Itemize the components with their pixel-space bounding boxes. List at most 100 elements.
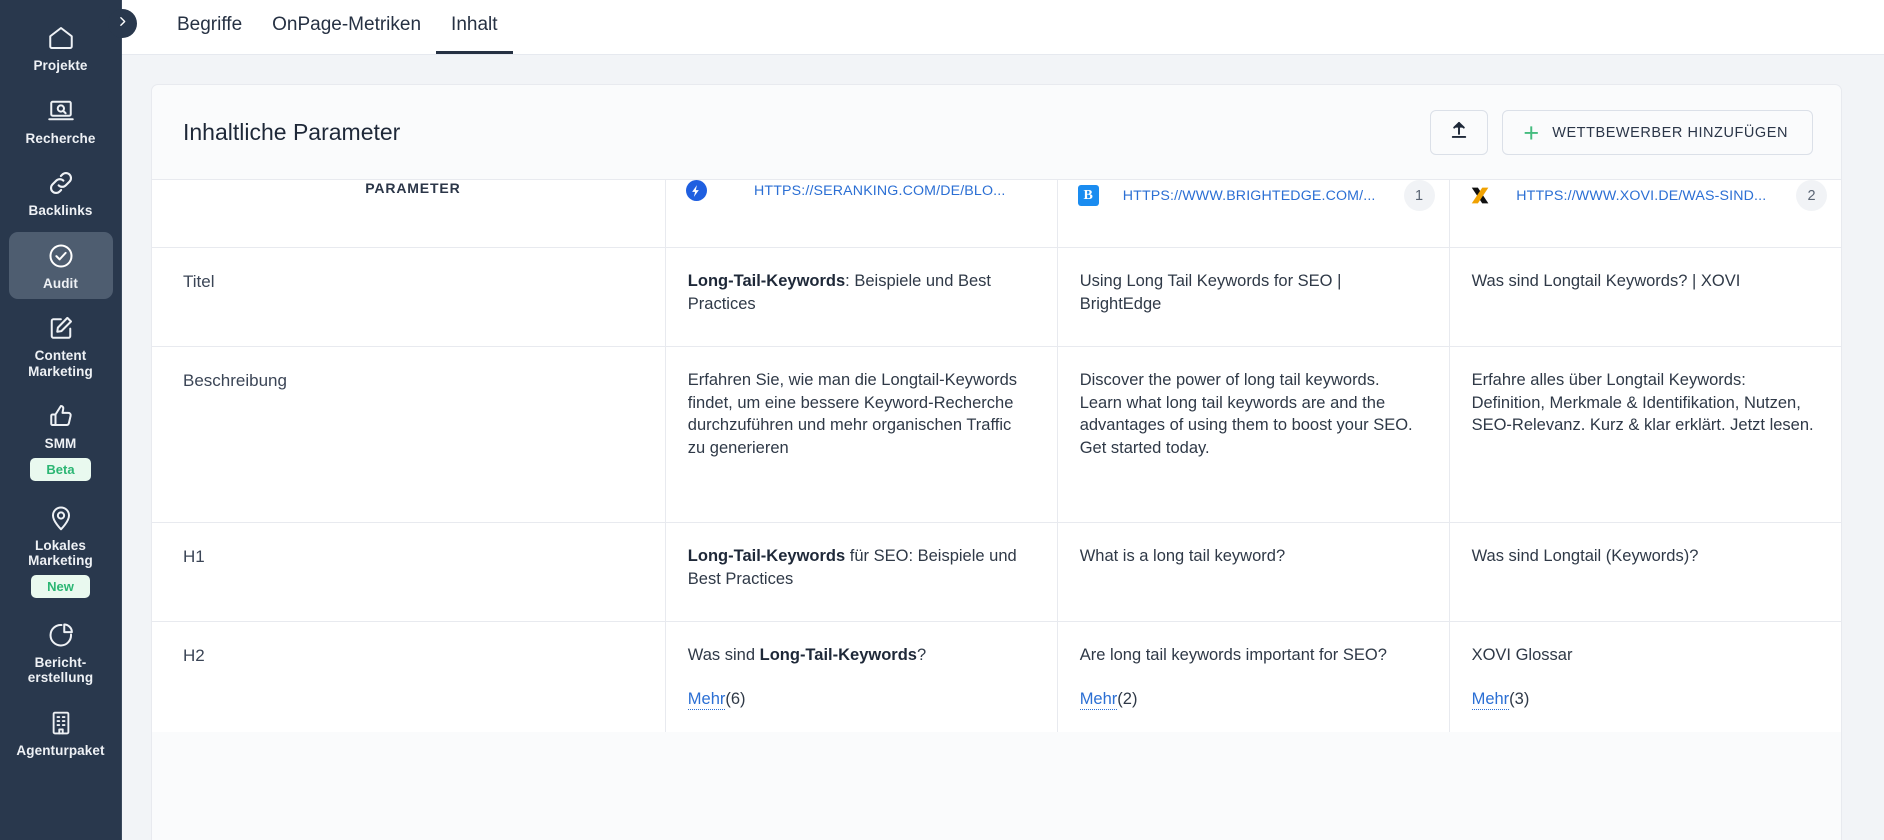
cell-content: Long-Tail-Keywords für SEO: Beispiele un… (688, 545, 1033, 590)
column-header-site-3[interactable]: HTTPS://WWW.XOVI.DE/WAS-SIND... 2 (1448, 179, 1841, 248)
site-url-link[interactable]: HTTPS://WWW.XOVI.DE/WAS-SIND... (1501, 188, 1782, 204)
tab-onpage-metriken[interactable]: OnPage-Metriken (257, 0, 436, 54)
seranking-favicon (685, 180, 707, 201)
sidebar-item-projekte[interactable]: Projekte (9, 14, 113, 82)
sidebar-item-label: Content Marketing (28, 348, 93, 379)
table-row: H2 Was sind Long-Tail-Keywords? Mehr(6) … (152, 621, 1841, 732)
pencil-square-icon (46, 313, 76, 343)
sidebar-item-label: Recherche (25, 130, 96, 146)
main-content: Begriffe OnPage-Metriken Inhalt Inhaltli… (122, 0, 1884, 840)
table-header-row: PARAMETER HTTPS://SERANKING.COM/DE/BLO..… (152, 179, 1841, 248)
content-parameters-card: Inhaltliche Parameter + WETTBEWERBER HIN… (151, 84, 1842, 840)
column-header-site-2[interactable]: B HTTPS://WWW.BRIGHTEDGE.COM/... 1 (1056, 179, 1450, 248)
table-row: H1 Long-Tail-Keywords für SEO: Beispiele… (152, 522, 1841, 622)
rank-badge: 2 (1796, 180, 1827, 211)
brightedge-favicon: B (1077, 185, 1099, 206)
add-competitor-label: WETTBEWERBER HINZUFÜGEN (1552, 124, 1788, 141)
cell-site-1: Long-Tail-Keywords für SEO: Beispiele un… (664, 522, 1058, 622)
add-competitor-button[interactable]: + WETTBEWERBER HINZUFÜGEN (1502, 110, 1813, 155)
sidebar-item-lokales-marketing[interactable]: Lokales Marketing New (9, 494, 113, 606)
more-count: (2) (1117, 689, 1138, 708)
cell-bold: Long-Tail-Keywords (687, 272, 846, 290)
tab-inhalt[interactable]: Inhalt (436, 0, 513, 54)
page-title: Inhaltliche Parameter (183, 119, 401, 145)
comparison-table: PARAMETER HTTPS://SERANKING.COM/DE/BLO..… (152, 179, 1841, 732)
laptop-search-icon (46, 96, 76, 126)
cell-bold: Long-Tail-Keywords (687, 547, 846, 565)
cell-site-2: Using Long Tail Keywords for SEO | Brigh… (1056, 247, 1450, 347)
cell-site-2: Are long tail keywords important for SEO… (1056, 621, 1450, 732)
sidebar-item-content-marketing[interactable]: Content Marketing (9, 304, 113, 387)
app-root: Projekte Recherche Backlinks Audit Conte… (0, 0, 1884, 840)
card-header: Inhaltliche Parameter + WETTBEWERBER HIN… (152, 85, 1841, 179)
parameter-name: H1 (152, 522, 666, 622)
table-row: Beschreibung Erfahren Sie, wie man die L… (152, 346, 1841, 523)
cell-content: Discover the power of long tail keywords… (1079, 371, 1413, 457)
sidebar-item-agenturpaket[interactable]: Agenturpaket (9, 699, 113, 767)
card-actions: + WETTBEWERBER HINZUFÜGEN (1430, 110, 1813, 155)
cell-bold: Long-Tail-Keywords (759, 646, 917, 664)
parameter-name: Beschreibung (152, 346, 666, 523)
parameter-name: H2 (152, 621, 666, 732)
thumbs-up-icon (46, 401, 76, 431)
cell-site-1: Erfahren Sie, wie man die Longtail-Keywo… (664, 346, 1058, 523)
check-circle-icon (46, 241, 76, 271)
link-icon (46, 168, 76, 198)
plus-icon: + (1523, 117, 1540, 148)
more-link[interactable]: Mehr (687, 690, 726, 710)
column-header-site-1[interactable]: HTTPS://SERANKING.COM/DE/BLO... (664, 179, 1058, 248)
cell-content: Was sind Longtail Keywords? | XOVI (1471, 272, 1741, 290)
cell-site-2: Discover the power of long tail keywords… (1056, 346, 1450, 523)
sidebar-item-berichterstellung[interactable]: Bericht-erstellung (9, 611, 113, 694)
cell-content: Was sind Longtail (Keywords)? (1471, 547, 1699, 565)
table-header: PARAMETER HTTPS://SERANKING.COM/DE/BLO..… (152, 179, 1841, 248)
cell-site-2: What is a long tail keyword? (1056, 522, 1450, 622)
sidebar-item-smm[interactable]: SMM Beta (9, 392, 113, 489)
sidebar-item-label: Agenturpaket (16, 742, 105, 758)
more-link[interactable]: Mehr (1079, 690, 1118, 710)
sidebar-item-label: Bericht-erstellung (27, 654, 94, 686)
cell-site-3: Was sind Longtail (Keywords)? (1448, 522, 1841, 622)
rank-badge: 1 (1403, 180, 1435, 211)
cell-content: Erfahre alles über Longtail Keywords: De… (1471, 371, 1814, 434)
sidebar-item-audit[interactable]: Audit (8, 231, 113, 299)
cell-content: Was sind Long-Tail-Keywords? (688, 644, 1033, 667)
cell-site-3: Erfahre alles über Longtail Keywords: De… (1448, 346, 1841, 523)
sidebar-item-recherche[interactable]: Recherche (9, 87, 113, 155)
sidebar-badge-new: New (31, 574, 90, 598)
sidebar-item-label: Lokales Marketing (28, 537, 93, 569)
cell-site-3: XOVI Glossar Mehr(3) (1448, 621, 1841, 732)
more-count: (3) (1509, 689, 1530, 708)
more-count: (6) (725, 689, 746, 708)
map-pin-icon (46, 503, 76, 533)
sidebar-item-label: Projekte (33, 58, 88, 73)
cell-rest: ? (917, 646, 927, 664)
parameter-name: Titel (152, 247, 666, 347)
table-body: Titel Long-Tail-Keywords: Beispiele und … (152, 247, 1841, 732)
site-url-link[interactable]: HTTPS://SERANKING.COM/DE/BLO... (717, 183, 1043, 199)
export-button[interactable] (1430, 110, 1489, 155)
cell-content: Erfahren Sie, wie man die Longtail-Keywo… (687, 371, 1018, 457)
building-icon (46, 708, 76, 738)
cell-content: Are long tail keywords important for SEO… (1079, 646, 1387, 664)
sidebar-badge-beta: Beta (30, 457, 91, 481)
cell-content: Long-Tail-Keywords: Beispiele und Best P… (688, 270, 1033, 315)
column-header-parameter: PARAMETER (152, 179, 666, 248)
sidebar-item-label: Audit (43, 275, 78, 291)
cell-site-1: Was sind Long-Tail-Keywords? Mehr(6) (664, 621, 1058, 732)
cell-pre: Was sind (687, 646, 760, 664)
tab-bar: Begriffe OnPage-Metriken Inhalt (122, 0, 1884, 55)
cell-content: XOVI Glossar (1471, 646, 1573, 664)
sidebar-item-label: Backlinks (28, 203, 93, 218)
upload-icon (1448, 119, 1470, 146)
more-link[interactable]: Mehr (1471, 690, 1510, 710)
site-url-link[interactable]: HTTPS://WWW.BRIGHTEDGE.COM/... (1109, 188, 1390, 204)
cell-site-3: Was sind Longtail Keywords? | XOVI (1448, 247, 1841, 347)
xovi-favicon (1469, 185, 1491, 206)
sidebar-expand-button[interactable] (108, 9, 137, 38)
cell-site-1: Long-Tail-Keywords: Beispiele und Best P… (664, 247, 1058, 347)
tab-begriffe[interactable]: Begriffe (162, 0, 257, 54)
table-row: Titel Long-Tail-Keywords: Beispiele und … (152, 247, 1841, 347)
sidebar-item-backlinks[interactable]: Backlinks (9, 159, 113, 227)
chevron-right-icon (116, 15, 129, 33)
